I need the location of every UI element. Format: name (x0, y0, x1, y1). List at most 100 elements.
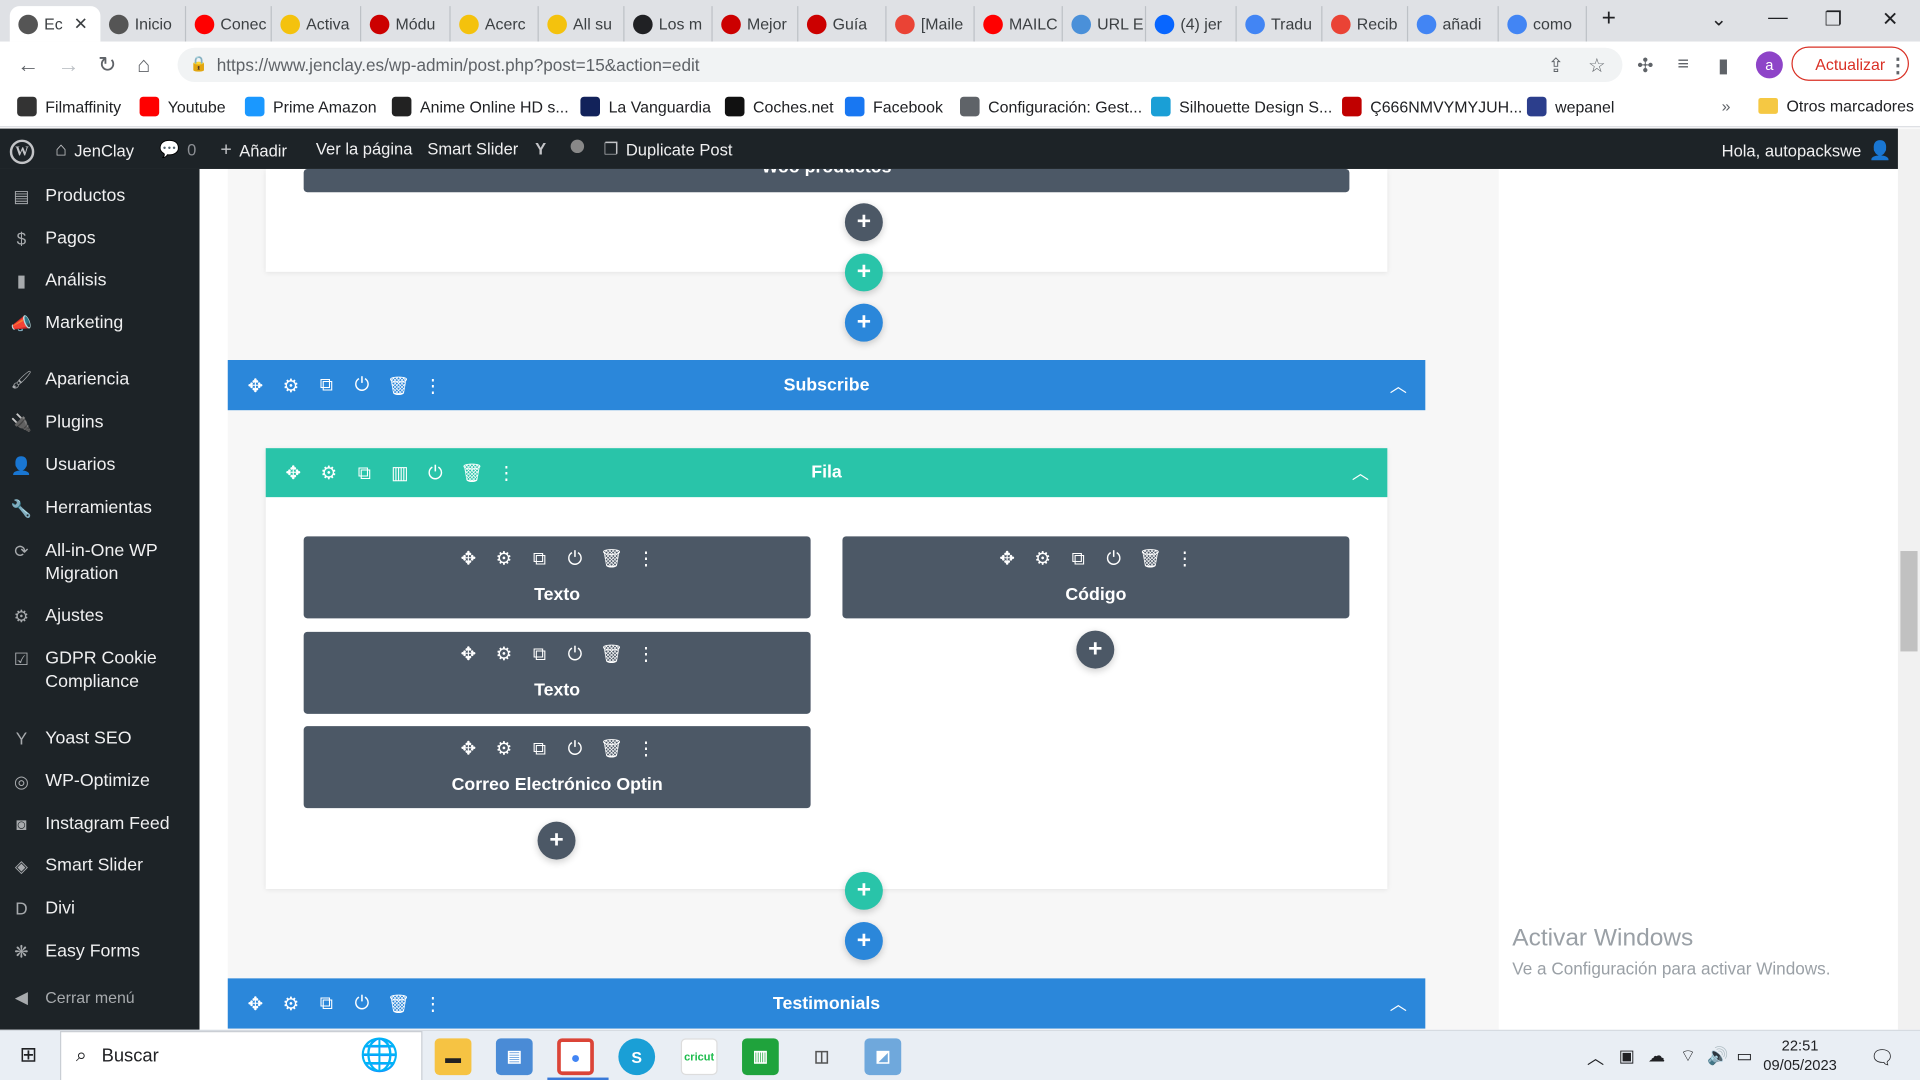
move-icon[interactable]: ✥ (458, 643, 479, 665)
menu-icon[interactable]: ⋮ (1888, 54, 1908, 78)
site-name-link[interactable]: ⌂ JenClay (55, 140, 134, 162)
home-icon[interactable]: ⌂ (137, 53, 150, 79)
url-text[interactable]: https://www.jenclay.es/wp-admin/post.php… (217, 55, 700, 75)
add-module-button[interactable]: + (1076, 630, 1115, 669)
browser-tab[interactable]: Recib (1322, 6, 1409, 42)
collapse-chevron-icon[interactable]: ︿ (1390, 373, 1407, 397)
duplicate-icon[interactable]: ⧉ (1068, 548, 1089, 569)
duplicate-icon[interactable]: ⧉ (316, 375, 337, 396)
save-icon[interactable]: ⏻ (425, 462, 446, 483)
settings-gear-icon[interactable]: ⚙ (318, 462, 339, 484)
battery-icon[interactable]: ▭ (1736, 1046, 1752, 1067)
duplicate-icon[interactable]: ⧉ (529, 643, 550, 664)
browser-tab[interactable]: Acerc (451, 6, 539, 42)
extensions-icon[interactable]: ✣ (1637, 54, 1653, 78)
sidebar-item-wp-optimize[interactable]: ◎ WP-Optimize (10, 770, 150, 793)
restore-icon[interactable]: ❐ (1824, 7, 1842, 31)
smart-slider-link[interactable]: Smart Slider (427, 140, 518, 158)
back-icon[interactable]: ← (17, 53, 39, 79)
browser-tab[interactable]: Mejor (713, 6, 799, 42)
reload-icon[interactable]: ↻ (98, 53, 116, 79)
duplicate-icon[interactable]: ⧉ (354, 462, 375, 483)
bookmark-item[interactable]: Silhouette Design S... (1151, 96, 1332, 117)
browser-tab[interactable]: Activa (272, 6, 362, 42)
sidebar-item-instagram-feed[interactable]: ◙ Instagram Feed (10, 813, 170, 836)
trash-icon[interactable]: 🗑 (1139, 547, 1162, 570)
control-panel-icon[interactable]: ▤ (495, 1038, 533, 1076)
bookmark-item[interactable]: Anime Online HD s... (391, 96, 569, 117)
save-icon[interactable]: ⏻ (564, 548, 585, 569)
profile-avatar[interactable]: a (1755, 51, 1783, 79)
browser-tab[interactable]: Ec ✕ (9, 6, 101, 42)
sidebar-item-cerrar-men[interactable]: ◀ Cerrar menú (10, 986, 135, 1009)
trash-icon[interactable]: 🗑 (600, 643, 623, 665)
account-menu[interactable]: Hola, autopackswe 👤 (1722, 140, 1892, 162)
lock-icon[interactable]: 🔒 (190, 55, 208, 72)
settings-gear-icon[interactable]: ⚙ (493, 737, 514, 759)
duplicate-post-link[interactable]: ❐ Duplicate Post (604, 140, 733, 160)
share-icon[interactable]: ⇪ (1548, 54, 1564, 78)
sidebar-item-gdpr-cookie-compliance[interactable]: ☑ GDPR Cookie Compliance (10, 648, 186, 695)
browser-tab[interactable]: Tradu (1237, 6, 1323, 42)
sidebar-item-usuarios[interactable]: 👤 Usuarios (10, 454, 116, 477)
comments-link[interactable]: 💬 0 (159, 140, 196, 160)
yoast-icon[interactable]: Y (535, 140, 546, 158)
sidebar-item-productos[interactable]: ▤ Productos (10, 185, 125, 208)
view-page-link[interactable]: Ver la página (316, 140, 413, 158)
move-icon[interactable]: ✥ (997, 547, 1018, 570)
sidebar-item-apariencia[interactable]: 🖌 Apariencia (10, 369, 130, 392)
add-row-button[interactable]: + (844, 253, 883, 292)
row-fila-bar[interactable]: ✥ ⚙ ⧉ ▥ ⏻ 🗑 ⋮ Fila ︿ (265, 448, 1388, 498)
more-options-icon[interactable]: ⋮ (422, 374, 443, 396)
browser-tab[interactable]: All su (539, 6, 625, 42)
duplicate-icon[interactable]: ⧉ (529, 738, 550, 759)
wordpress-logo-icon[interactable]: W (9, 139, 35, 165)
more-bookmarks-icon[interactable]: » (1722, 97, 1731, 115)
chrome-icon[interactable]: ● (557, 1038, 594, 1076)
sidebar-item-marketing[interactable]: 📣 Marketing (10, 312, 124, 335)
move-icon[interactable]: ✥ (245, 374, 266, 396)
more-options-icon[interactable]: ⋮ (496, 462, 517, 484)
move-icon[interactable]: ✥ (458, 547, 479, 570)
browser-tab[interactable]: Conec (186, 6, 272, 42)
sidebar-item-smart-slider[interactable]: ◈ Smart Slider (10, 855, 143, 878)
trash-icon[interactable]: 🗑 (600, 737, 623, 759)
columns-icon[interactable]: ▥ (389, 462, 410, 484)
minimize-icon[interactable]: — (1768, 7, 1788, 29)
settings-gear-icon[interactable]: ⚙ (1032, 547, 1053, 570)
file-explorer-icon[interactable]: ▬ (434, 1038, 472, 1076)
sidebar-item-plugins[interactable]: 🔌 Plugins (10, 411, 104, 434)
move-icon[interactable]: ✥ (458, 737, 479, 759)
more-options-icon[interactable]: ⋮ (1174, 547, 1195, 570)
app-icon[interactable]: ◫ (803, 1038, 841, 1076)
other-bookmarks[interactable]: Otros marcadores (1758, 97, 1914, 115)
section-testimonials-bar[interactable]: ✥ ⚙ ⧉ ⏻ 🗑 ⋮ Testimonials ︿ (227, 978, 1426, 1029)
browser-tab[interactable]: Módu (361, 6, 451, 42)
more-options-icon[interactable]: ⋮ (636, 643, 657, 665)
settings-gear-icon[interactable]: ⚙ (280, 992, 301, 1015)
save-icon[interactable]: ⏻ (564, 643, 585, 664)
tab-search-icon[interactable]: ⌄ (1711, 7, 1727, 31)
side-panel-icon[interactable]: ▮ (1718, 54, 1729, 78)
browser-tab[interactable]: URL E (1063, 6, 1147, 42)
browser-tab[interactable]: añadi (1408, 6, 1499, 42)
more-options-icon[interactable]: ⋮ (422, 992, 443, 1015)
trash-icon[interactable]: 🗑 (600, 547, 623, 570)
bookmark-item[interactable]: Ç666NMVYMYJUH... (1342, 96, 1522, 117)
builder-module[interactable]: ✥ ⚙ ⧉ ⏻ 🗑 ⋮ Texto (303, 631, 811, 714)
collapse-chevron-icon[interactable]: ︿ (1352, 460, 1369, 484)
weather-icon[interactable]: ☁ (1648, 1046, 1665, 1067)
clock[interactable]: 22:51 09/05/2023 (1763, 1036, 1837, 1075)
move-icon[interactable]: ✥ (245, 992, 266, 1015)
cricut-icon[interactable]: cricut (680, 1038, 718, 1076)
duplicate-icon[interactable]: ⧉ (316, 993, 337, 1014)
settings-gear-icon[interactable]: ⚙ (493, 547, 514, 570)
duplicate-icon[interactable]: ⧉ (529, 548, 550, 569)
new-tab-button[interactable]: + (1602, 5, 1616, 33)
bookmark-item[interactable]: Facebook (844, 96, 943, 117)
taskbar-search[interactable]: ⌕ Buscar 🌐 (60, 1031, 423, 1080)
app-icon[interactable]: ◩ (864, 1038, 902, 1076)
save-icon[interactable]: ⏻ (351, 375, 372, 396)
scrollbar-thumb[interactable] (1900, 551, 1918, 652)
sidebar-item-yoast-seo[interactable]: Y Yoast SEO (10, 727, 132, 750)
